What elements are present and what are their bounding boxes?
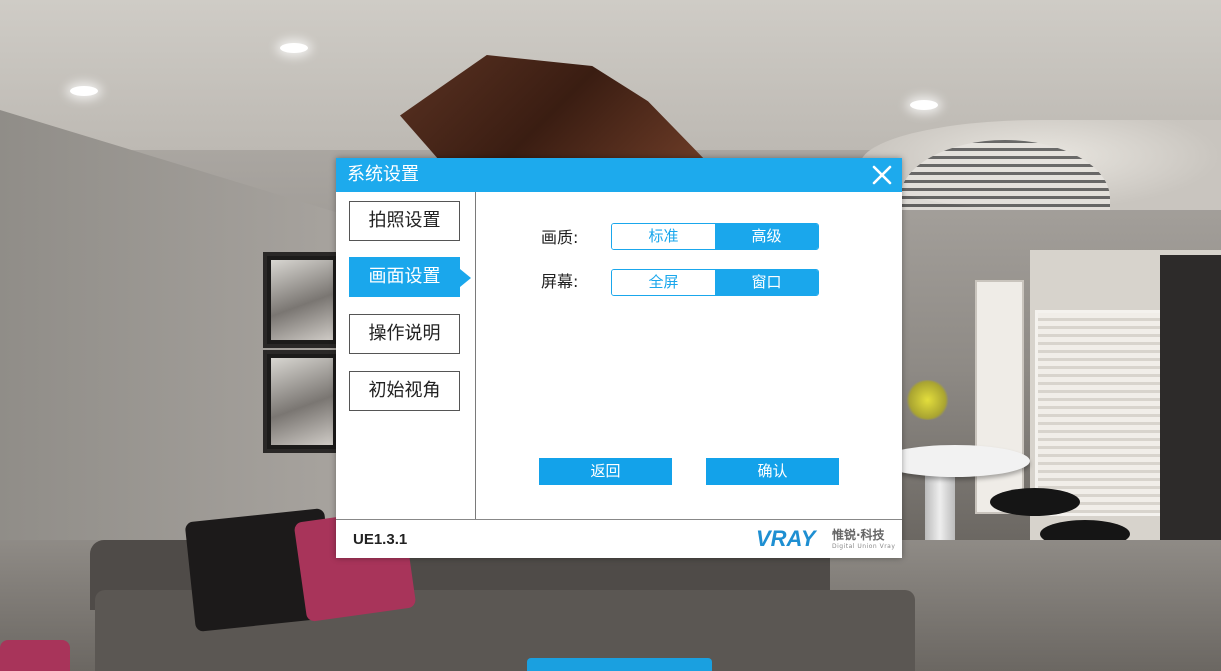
sidebar-item-display-settings[interactable]: 画面设置 <box>349 257 471 297</box>
ceiling-spotlight <box>280 43 308 53</box>
quality-label: 画质: <box>541 228 579 247</box>
cabinet <box>1035 310 1166 516</box>
ceiling-spotlight <box>70 86 98 96</box>
ceiling-spotlight <box>910 100 938 110</box>
settings-sidebar: 拍照设置 画面设置 操作说明 初始视角 <box>336 192 476 519</box>
sidebar-item-initial-view[interactable]: 初始视角 <box>349 371 460 411</box>
wall-painting <box>263 252 341 348</box>
footer-divider <box>336 519 902 520</box>
door <box>975 280 1024 514</box>
quality-toggle: 标准 高级 <box>611 223 819 250</box>
screen-label: 屏幕: <box>541 272 579 291</box>
back-button[interactable]: 返回 <box>539 458 672 485</box>
logo-english-name: Digital Union Vray <box>832 543 896 550</box>
close-button[interactable] <box>868 161 896 189</box>
dining-table <box>880 445 1030 477</box>
sidebar-item-instructions[interactable]: 操作说明 <box>349 314 460 354</box>
logo-wordmark: VRAY <box>756 526 816 551</box>
version-label: UE1.3.1 <box>353 531 408 548</box>
quality-option-standard[interactable]: 标准 <box>612 224 715 249</box>
screen-option-fullscreen[interactable]: 全屏 <box>612 270 715 295</box>
flower-vase <box>905 380 950 420</box>
settings-dialog: 系统设置 拍照设置 画面设置 操作说明 初始视角 画质: 标准 高级 屏幕: 全… <box>336 158 902 558</box>
dark-panel <box>1160 255 1221 555</box>
quality-option-high[interactable]: 高级 <box>715 224 818 249</box>
screen-toggle: 全屏 窗口 <box>611 269 819 296</box>
confirm-button[interactable]: 确认 <box>706 458 839 485</box>
close-icon <box>872 165 892 185</box>
sidebar-item-photo-settings[interactable]: 拍照设置 <box>349 201 460 241</box>
dialog-titlebar: 系统设置 <box>336 158 902 192</box>
logo-chinese-name: 惟锐·科技 <box>832 528 885 542</box>
dialog-title: 系统设置 <box>347 164 419 185</box>
vray-logo: VRAY 惟锐·科技 Digital Union Vray <box>756 526 896 554</box>
wall-painting <box>263 350 341 453</box>
screen-option-windowed[interactable]: 窗口 <box>715 270 818 295</box>
bar-stool <box>990 488 1080 516</box>
bottom-menu-tab[interactable] <box>527 658 712 671</box>
pillow <box>0 640 70 671</box>
